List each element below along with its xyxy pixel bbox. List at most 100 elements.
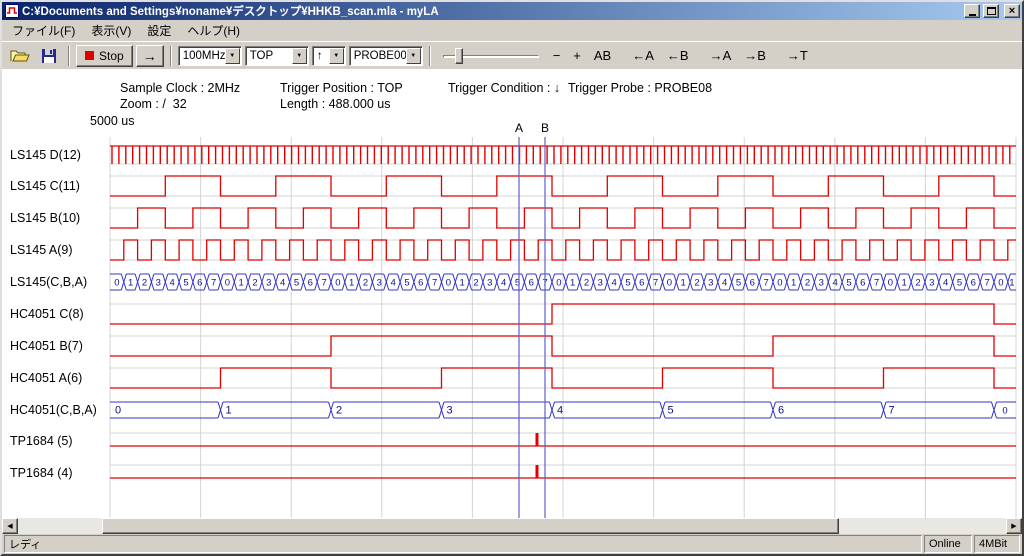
horizontal-scrollbar[interactable]: ◀ ▶ [2,518,1022,534]
bus-value: 5 [183,278,188,289]
bus-value: 6 [860,278,865,289]
bus-value: 1 [239,278,244,289]
menu-file[interactable]: ファイル(F) [4,20,83,41]
bus-value: 3 [708,278,713,289]
channel-label: HC4051 B(7) [10,339,83,353]
trigger-position-select[interactable]: TOP ▼ [245,46,309,66]
bus-value: 0 [777,278,782,289]
bus-value: 4 [722,278,727,289]
bus-value: 7 [432,278,437,289]
channel-label: LS145 A(9) [10,243,73,257]
trigger-probe-select[interactable]: PROBE00 ▼ [349,46,423,66]
open-button[interactable] [7,45,33,67]
chevron-down-icon[interactable]: ▼ [406,48,421,64]
menu-help[interactable]: ヘルプ(H) [179,20,248,41]
zoom-in-button[interactable]: + [568,46,586,65]
bus-value: 0 [1002,406,1007,417]
bus-value: 2 [694,278,699,289]
goto-a-left-button[interactable]: ←A [627,46,659,65]
bus-value: 0 [225,278,230,289]
bus-value: 2 [584,278,589,289]
signal-pulse [536,433,539,446]
waveform-area[interactable]: LS145 D(12)LS145 C(11)LS145 B(10)LS145 A… [2,69,1022,523]
trigger-edge-value: ↑ [313,50,329,62]
bus-value: 1 [791,278,796,289]
status-ready: レディ [4,535,922,553]
bus-value: 4 [612,278,617,289]
bus-value: 1 [681,278,686,289]
stop-icon [85,51,94,60]
bus-value: 0 [998,278,1003,289]
ab-button[interactable]: AB [589,46,616,65]
scrollbar-thumb[interactable] [102,518,839,534]
floppy-disk-icon [41,48,57,64]
menu-view[interactable]: 表示(V) [83,20,139,41]
stop-button[interactable]: Stop [76,45,133,67]
goto-b-right-button[interactable]: →B [739,46,771,65]
trigger-edge-select[interactable]: ↑ ▼ [312,46,346,66]
bus-value: 0 [335,278,340,289]
save-button[interactable] [36,45,62,67]
bus-value: 2 [252,278,257,289]
zoom-out-button[interactable]: − [548,46,566,65]
bus-value: 5 [846,278,851,289]
bus-value: 7 [874,278,879,289]
bus-value: 1 [460,278,465,289]
bus-value: 4 [280,278,285,289]
bus-value: 6 [778,405,784,417]
channel-label: HC4051(C,B,A) [10,403,97,417]
signal-pulse [536,465,539,478]
sample-clock-value: 100MHz [179,50,225,62]
bus-value: 4 [557,405,563,417]
chevron-down-icon[interactable]: ▼ [292,48,307,64]
marker-label: A [515,121,523,135]
bus-value: 0 [446,278,451,289]
goto-b-left-button[interactable]: ←B [662,46,694,65]
chevron-down-icon[interactable]: ▼ [329,48,344,64]
bus-value: 5 [625,278,630,289]
minimize-button[interactable] [964,4,980,18]
chevron-down-icon[interactable]: ▼ [225,48,240,64]
bus-value: 6 [418,278,423,289]
bus-value: 4 [943,278,948,289]
bus-value: 1 [349,278,354,289]
zoom-text: Zoom : / 32 [120,97,187,111]
zoom-slider-thumb[interactable] [455,48,463,64]
bus-value: 3 [598,278,603,289]
maximize-button[interactable] [983,4,999,18]
bus-value: 7 [211,278,216,289]
sample-clock-select[interactable]: 100MHz ▼ [178,46,242,66]
sample-clock-text: Sample Clock : 2MHz [120,81,240,95]
bus-value: 4 [501,278,506,289]
bus-value: 1 [570,278,575,289]
bus-value: 1 [1009,278,1014,289]
bus-value: 3 [487,278,492,289]
bus-value: 7 [653,278,658,289]
bus-value: 3 [929,278,934,289]
bus-value: 4 [391,278,396,289]
app-window: C:¥Documents and Settings¥noname¥デスクトップ¥… [0,0,1024,556]
bus-value: 5 [957,278,962,289]
status-memory: 4MBit [974,535,1020,553]
trigger-position-value: TOP [246,50,292,62]
waveform-panel: LS145 D(12)LS145 C(11)LS145 B(10)LS145 A… [2,69,1022,518]
bus-value: 0 [114,278,119,289]
close-button[interactable]: × [1004,4,1020,18]
toolbar-separator [429,46,431,66]
trigger-probe-text: Trigger Probe : PROBE08 [568,81,712,95]
goto-a-right-button[interactable]: →A [705,46,737,65]
stop-label: Stop [99,49,124,63]
bus-value: 4 [170,278,175,289]
bus-value: 1 [226,405,232,417]
time-scale-label: 5000 us [90,114,134,128]
toolbar-separator [68,46,70,66]
menu-settings[interactable]: 設定 [139,20,179,41]
zoom-slider[interactable] [441,46,541,66]
goto-trigger-button[interactable]: →T [782,46,813,65]
trigger-position-text: Trigger Position : TOP [280,81,403,95]
channel-label: TP1684 (5) [10,434,73,448]
channel-label: HC4051 A(6) [10,371,82,385]
run-button[interactable]: → [136,45,164,67]
scrollbar-track[interactable] [18,518,1006,534]
bus-value: 7 [763,278,768,289]
